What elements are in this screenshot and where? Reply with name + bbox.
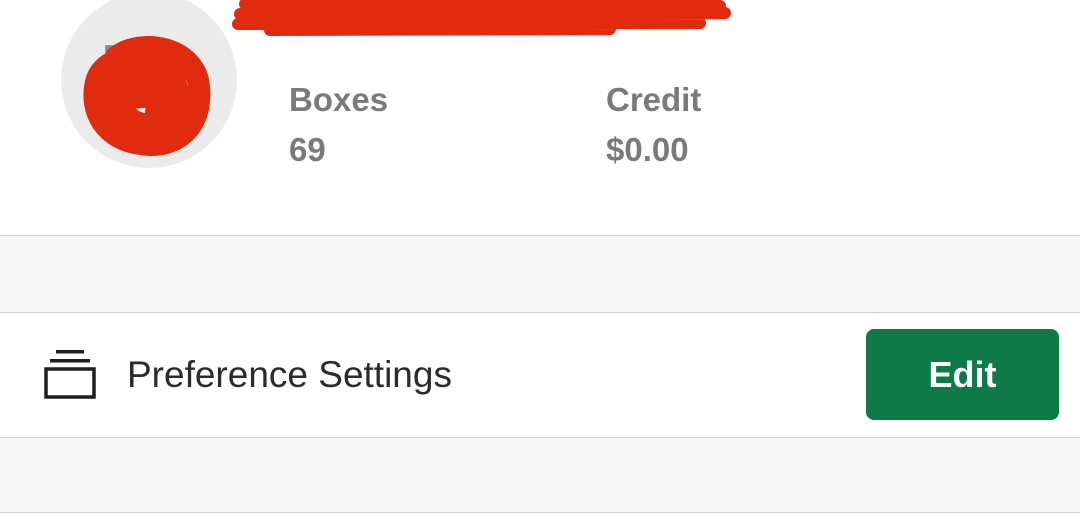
credit-value: $0.00 (606, 131, 689, 168)
preference-settings-row: Preference Settings Edit (0, 313, 1080, 437)
boxes-label: Boxes (289, 81, 389, 118)
profile-header: EA Boxes 69 Credit $0.00 (0, 0, 1080, 235)
section-spacer (0, 236, 1080, 312)
preference-settings-label: Preference Settings (127, 354, 452, 395)
footer-band (0, 513, 1080, 530)
redaction-scribble-avatar (83, 36, 211, 156)
avatar[interactable]: EA (61, 0, 237, 168)
credit-stat: Credit $0.00 (606, 75, 701, 175)
redaction-scribble-name (232, 0, 731, 36)
boxes-value: 69 (289, 131, 326, 168)
section-spacer-bottom (0, 438, 1080, 512)
credit-label: Credit (606, 81, 702, 118)
boxes-stat: Boxes 69 (289, 75, 388, 175)
edit-button[interactable]: Edit (866, 329, 1059, 420)
stack-icon (44, 350, 96, 399)
